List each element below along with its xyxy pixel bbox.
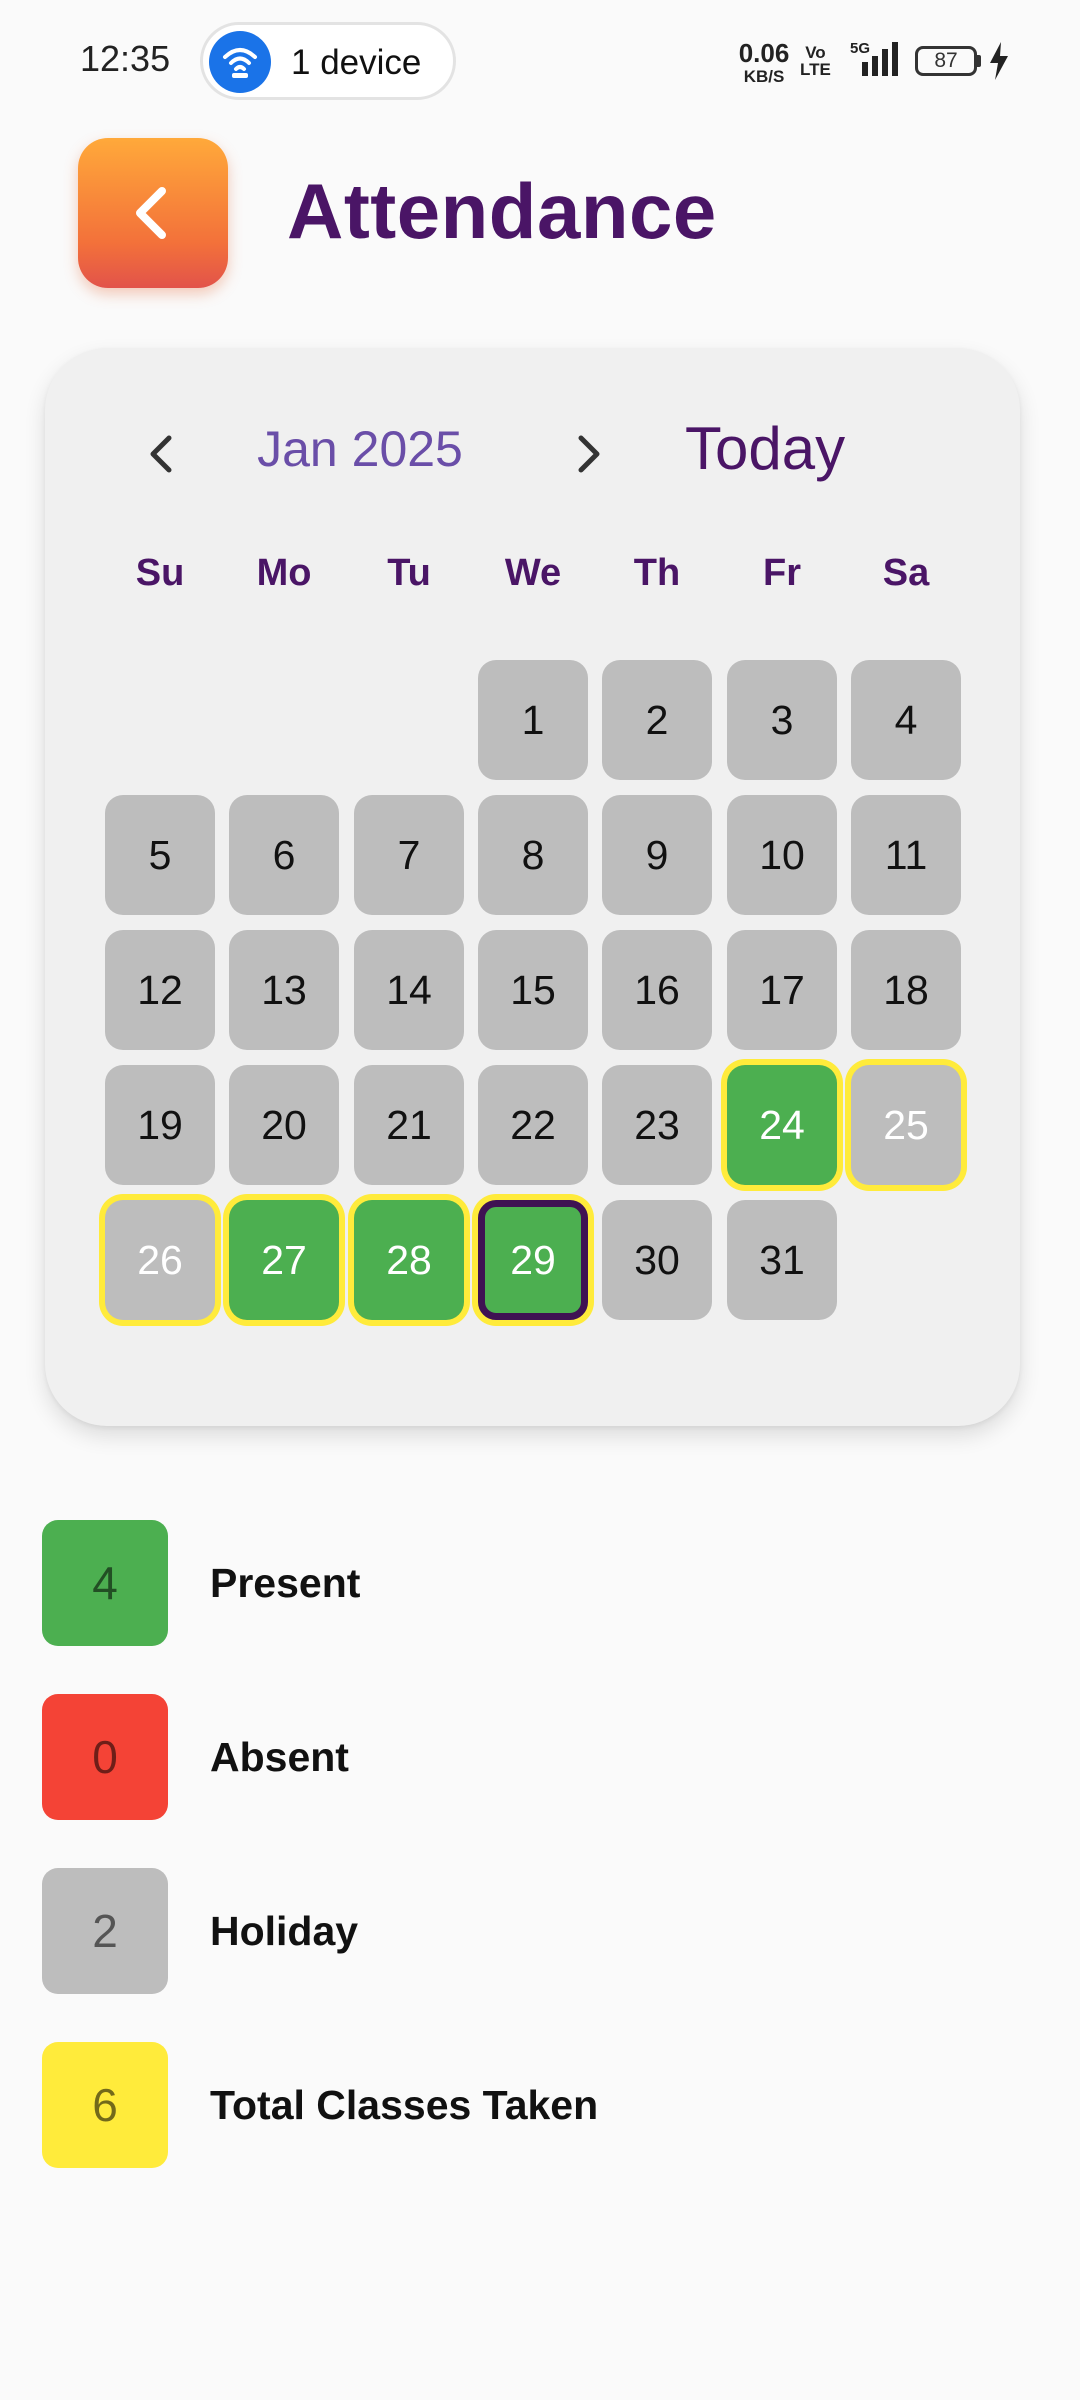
calendar-day-29[interactable]: 29 <box>478 1200 588 1320</box>
network-speed-unit: KB/S <box>743 67 785 86</box>
weekday-fr: Fr <box>763 552 801 594</box>
weekday-we: We <box>504 552 562 594</box>
back-button[interactable] <box>78 138 228 288</box>
calendar-day-7[interactable]: 7 <box>354 795 464 915</box>
status-time: 12:35 <box>80 38 171 79</box>
calendar-day-3[interactable]: 3 <box>727 660 837 780</box>
chevron-left-icon <box>136 187 166 239</box>
calendar-day-15[interactable]: 15 <box>478 930 588 1050</box>
weekday-th: Th <box>633 552 681 594</box>
calendar-day-6[interactable]: 6 <box>229 795 339 915</box>
legend-absent: 0 Absent <box>42 1694 942 1820</box>
volte-bottom: LTE <box>800 60 831 79</box>
hotspot-icon <box>209 31 271 93</box>
holiday-label: Holiday <box>210 1908 359 1954</box>
calendar-day-14[interactable]: 14 <box>354 930 464 1050</box>
calendar-day-22[interactable]: 22 <box>478 1065 588 1185</box>
battery-icon: 87 <box>915 46 977 76</box>
calendar-day-1[interactable]: 1 <box>478 660 588 780</box>
charging-icon <box>990 42 1008 80</box>
calendar-day-31[interactable]: 31 <box>727 1200 837 1320</box>
calendar-day-25[interactable]: 25 <box>851 1065 961 1185</box>
calendar-day-27[interactable]: 27 <box>229 1200 339 1320</box>
legend-holiday: 2 Holiday <box>42 1868 942 1994</box>
network-speed: 0.06 KB/S <box>736 40 792 85</box>
calendar-day-20[interactable]: 20 <box>229 1065 339 1185</box>
calendar-day-9[interactable]: 9 <box>602 795 712 915</box>
calendar-day-26[interactable]: 26 <box>105 1200 215 1320</box>
weekday-mo: Mo <box>256 552 312 594</box>
calendar-day-5[interactable]: 5 <box>105 795 215 915</box>
calendar-day-11[interactable]: 11 <box>851 795 961 915</box>
holiday-count-box: 2 <box>42 1868 168 1994</box>
connected-devices-label: 1 device <box>291 43 422 82</box>
today-button[interactable]: Today <box>685 414 845 483</box>
calendar-day-24[interactable]: 24 <box>727 1065 837 1185</box>
absent-label: Absent <box>210 1734 349 1780</box>
weekday-su: Su <box>135 552 185 594</box>
status-bar: 12:35 1 device 0.06 KB/S Vo LTE 5G 87 <box>0 0 1080 124</box>
calendar-day-28[interactable]: 28 <box>354 1200 464 1320</box>
legend-present: 4 Present <box>42 1520 942 1646</box>
calendar-day-17[interactable]: 17 <box>727 930 837 1050</box>
calendar-day-4[interactable]: 4 <box>851 660 961 780</box>
chevron-right-icon <box>578 435 600 473</box>
network-speed-value: 0.06 <box>738 38 790 68</box>
weekday-sa: Sa <box>882 552 930 594</box>
absent-count-box: 0 <box>42 1694 168 1820</box>
calendar-day-12[interactable]: 12 <box>105 930 215 1050</box>
chevron-left-icon <box>150 435 172 473</box>
calendar-card: Jan 2025 Today Su Mo Tu We Th Fr Sa 1234… <box>45 348 1020 1426</box>
battery-level: 87 <box>934 49 958 72</box>
total-classes-count-box: 6 <box>42 2042 168 2168</box>
calendar-day-30[interactable]: 30 <box>602 1200 712 1320</box>
battery-tip <box>977 55 981 67</box>
month-label: Jan 2025 <box>257 421 463 477</box>
calendar-day-13[interactable]: 13 <box>229 930 339 1050</box>
total-classes-label: Total Classes Taken <box>210 2082 599 2128</box>
signal-strength-icon: 5G <box>850 40 898 76</box>
volte-indicator: Vo LTE <box>800 44 831 78</box>
present-count-box: 4 <box>42 1520 168 1646</box>
calendar-day-10[interactable]: 10 <box>727 795 837 915</box>
network-type-label: 5G <box>850 40 870 57</box>
present-label: Present <box>210 1560 361 1606</box>
calendar-day-23[interactable]: 23 <box>602 1065 712 1185</box>
connected-devices-pill[interactable]: 1 device <box>200 22 456 100</box>
calendar-day-19[interactable]: 19 <box>105 1065 215 1185</box>
calendar-day-21[interactable]: 21 <box>354 1065 464 1185</box>
calendar-day-2[interactable]: 2 <box>602 660 712 780</box>
next-month-button[interactable] <box>559 424 619 484</box>
page-title: Attendance <box>287 167 717 255</box>
calendar-day-18[interactable]: 18 <box>851 930 961 1050</box>
previous-month-button[interactable] <box>131 424 191 484</box>
weekday-tu: Tu <box>387 552 431 594</box>
calendar-day-16[interactable]: 16 <box>602 930 712 1050</box>
legend-total-classes: 6 Total Classes Taken <box>42 2042 942 2168</box>
calendar-day-8[interactable]: 8 <box>478 795 588 915</box>
